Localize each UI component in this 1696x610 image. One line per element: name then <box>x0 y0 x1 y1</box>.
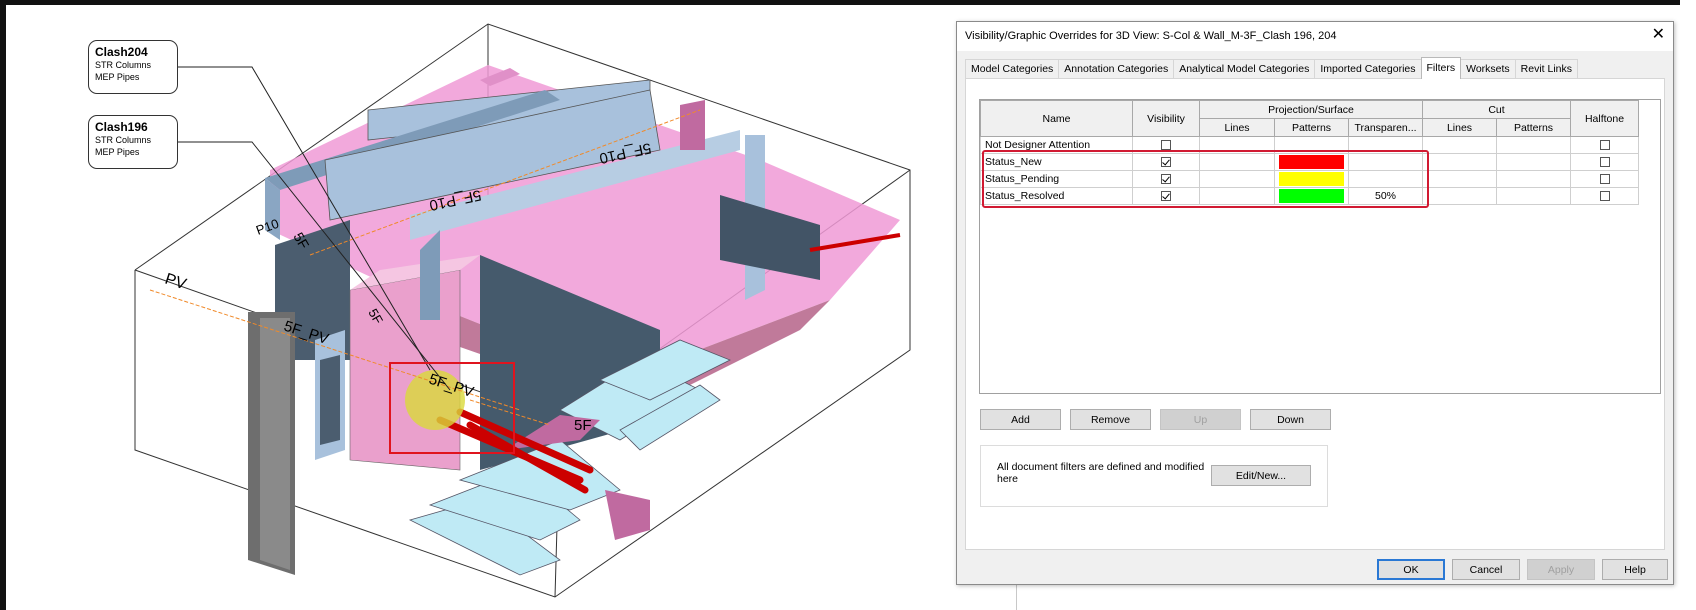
clash-tag-line: STR Columns <box>95 60 152 70</box>
pattern-color-swatch <box>1279 155 1344 169</box>
visibility-cell[interactable] <box>1132 187 1200 205</box>
halftone-cell[interactable] <box>1570 136 1639 154</box>
visibility-checkbox[interactable] <box>1161 191 1171 202</box>
edit-new-button[interactable]: Edit/New... <box>1211 465 1311 486</box>
visibility-graphics-dialog: Visibility/Graphic Overrides for 3D View… <box>956 21 1674 585</box>
filters-info-box: All document filters are defined and mod… <box>980 445 1328 507</box>
visibility-checkbox[interactable] <box>1161 140 1171 151</box>
cancel-button[interactable]: Cancel <box>1452 559 1520 580</box>
filter-name-cell[interactable]: Status_Pending <box>980 170 1133 188</box>
halftone-checkbox[interactable] <box>1599 174 1610 185</box>
label-pv-left: PV <box>163 271 189 294</box>
filter-name-cell[interactable]: Not Designer Attention <box>980 136 1133 154</box>
clash-tag-title: Clash204 <box>95 45 148 59</box>
filter-name-cell[interactable]: Status_Resolved <box>980 187 1133 205</box>
up-button[interactable]: Up <box>1160 409 1241 430</box>
halftone-cell[interactable] <box>1570 170 1639 188</box>
col-halftone[interactable]: Halftone <box>1570 100 1639 137</box>
filter-row[interactable]: Status_Resolved 50% <box>980 187 1639 205</box>
tab-annotation-categories[interactable]: Annotation Categories <box>1058 59 1175 79</box>
clash-tag-title: Clash196 <box>95 120 148 134</box>
col-cut-patterns: Patterns <box>1496 118 1571 137</box>
tab-filters[interactable]: Filters <box>1420 57 1462 79</box>
dialog-titlebar[interactable]: Visibility/Graphic Overrides for 3D View… <box>957 22 1673 51</box>
halftone-cell[interactable] <box>1570 187 1639 205</box>
view-separator <box>1016 584 1017 610</box>
visibility-checkbox[interactable] <box>1161 157 1171 168</box>
proj-transparency-cell[interactable] <box>1348 170 1423 188</box>
col-proj-transparency: Transparen... <box>1348 118 1423 137</box>
filter-row[interactable]: Status_New <box>980 153 1639 171</box>
add-button[interactable]: Add <box>980 409 1061 430</box>
clash-tag-204[interactable]: Clash204 STR Columns MEP Pipes <box>88 40 178 94</box>
label-5f-near: 5F <box>574 417 592 434</box>
tab-imported-categories[interactable]: Imported Categories <box>1314 59 1422 79</box>
col-cut-lines: Lines <box>1422 118 1497 137</box>
help-button[interactable]: Help <box>1602 559 1668 580</box>
proj-patterns-cell[interactable] <box>1274 170 1349 188</box>
tab-model-categories[interactable]: Model Categories <box>965 59 1060 79</box>
pattern-color-swatch <box>1279 172 1344 186</box>
proj-lines-cell[interactable] <box>1199 187 1275 205</box>
tab-strip: Model Categories Annotation Categories A… <box>965 57 1579 79</box>
clash-tag-line: STR Columns <box>95 135 152 145</box>
clash-tag-line: MEP Pipes <box>95 72 140 82</box>
filter-name-cell[interactable]: Status_New <box>980 153 1133 171</box>
col-projection-surface: Projection/Surface <box>1199 100 1423 119</box>
halftone-checkbox[interactable] <box>1599 140 1610 151</box>
halftone-checkbox[interactable] <box>1599 191 1610 202</box>
tab-worksets[interactable]: Worksets <box>1460 59 1516 79</box>
beam-right <box>605 490 650 540</box>
halftone-checkbox[interactable] <box>1599 157 1610 168</box>
down-button[interactable]: Down <box>1250 409 1331 430</box>
col-visibility[interactable]: Visibility <box>1132 100 1200 137</box>
filters-panel: Name Visibility Projection/Surface Cut H… <box>965 78 1665 550</box>
close-icon[interactable]: ✕ <box>1652 27 1665 43</box>
cut-patterns-cell[interactable] <box>1496 153 1571 171</box>
cut-lines-cell[interactable] <box>1422 170 1497 188</box>
cut-patterns-cell[interactable] <box>1496 187 1571 205</box>
remove-button[interactable]: Remove <box>1070 409 1151 430</box>
proj-patterns-cell[interactable] <box>1274 153 1349 171</box>
dialog-title: Visibility/Graphic Overrides for 3D View… <box>965 30 1337 42</box>
filters-table: Name Visibility Projection/Surface Cut H… <box>980 100 1639 205</box>
apply-button[interactable]: Apply <box>1527 559 1595 580</box>
cut-lines-cell[interactable] <box>1422 187 1497 205</box>
proj-transparency-cell[interactable]: 50% <box>1348 187 1423 205</box>
col-proj-patterns: Patterns <box>1274 118 1349 137</box>
cut-patterns-cell[interactable] <box>1496 170 1571 188</box>
proj-patterns-cell[interactable] <box>1274 187 1349 205</box>
col-name[interactable]: Name <box>980 100 1133 137</box>
filters-grid: Name Visibility Projection/Surface Cut H… <box>979 99 1661 394</box>
filters-info-text: All document filters are defined and mod… <box>997 461 1205 485</box>
visibility-cell[interactable] <box>1132 170 1200 188</box>
proj-transparency-cell[interactable] <box>1348 136 1423 154</box>
proj-lines-cell[interactable] <box>1199 153 1275 171</box>
cut-patterns-cell[interactable] <box>1496 136 1571 154</box>
visibility-checkbox[interactable] <box>1161 174 1171 185</box>
clash-tag-line: MEP Pipes <box>95 147 140 157</box>
filter-row[interactable]: Status_Pending <box>980 170 1639 188</box>
cut-lines-cell[interactable] <box>1422 136 1497 154</box>
visibility-cell[interactable] <box>1132 153 1200 171</box>
tab-revit-links[interactable]: Revit Links <box>1514 59 1579 79</box>
clash-tag-196[interactable]: Clash196 STR Columns MEP Pipes <box>88 115 178 169</box>
pattern-color-swatch <box>1279 189 1344 203</box>
col-proj-lines: Lines <box>1199 118 1275 137</box>
proj-patterns-cell[interactable] <box>1274 136 1349 154</box>
cut-lines-cell[interactable] <box>1422 153 1497 171</box>
ok-button[interactable]: OK <box>1377 559 1445 580</box>
filter-row[interactable]: Not Designer Attention <box>980 136 1639 154</box>
col-cut: Cut <box>1422 100 1571 119</box>
proj-lines-cell[interactable] <box>1199 170 1275 188</box>
background-window-edge <box>1680 0 1696 610</box>
halftone-cell[interactable] <box>1570 153 1639 171</box>
proj-lines-cell[interactable] <box>1199 136 1275 154</box>
tab-analytical-model-categories[interactable]: Analytical Model Categories <box>1173 59 1316 79</box>
proj-transparency-cell[interactable] <box>1348 153 1423 171</box>
visibility-cell[interactable] <box>1132 136 1200 154</box>
